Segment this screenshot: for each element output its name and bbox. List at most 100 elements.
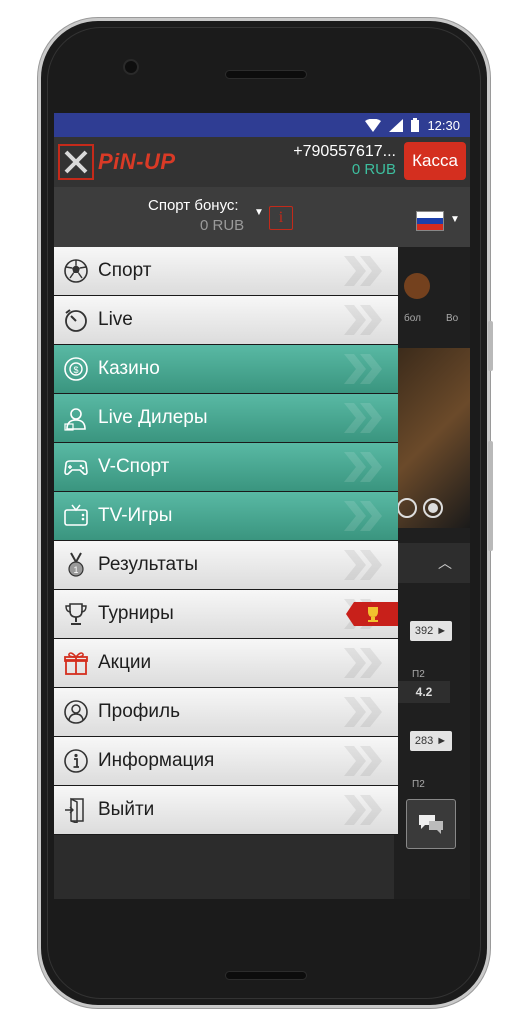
menu-arrow <box>342 305 386 340</box>
menu-item[interactable]: Информация <box>54 737 398 786</box>
chevron-up-icon[interactable]: ︿ <box>438 553 452 573</box>
logo[interactable]: PiN-UP <box>58 144 176 180</box>
volume-button <box>488 321 493 371</box>
chat-icon <box>419 815 443 834</box>
bg-sport-label: бол <box>404 313 421 324</box>
menu-item-label: Казино <box>98 358 160 379</box>
menu-item[interactable]: Live <box>54 296 398 345</box>
chevron-right-icon <box>344 795 382 825</box>
menu-arrow <box>342 795 386 830</box>
menu-arrow <box>342 648 386 683</box>
menu-arrow <box>342 501 386 536</box>
account-phone: +790557617... <box>293 143 396 160</box>
account-balance: 0 RUB <box>351 161 396 178</box>
medal-icon: 1 <box>54 552 98 578</box>
bonus-dropdown-icon[interactable]: ▼ <box>254 207 264 218</box>
top-speaker <box>225 70 307 79</box>
chevron-right-icon <box>344 452 382 482</box>
menu-item[interactable]: TV-Игры <box>54 492 398 541</box>
logo-x-icon <box>58 144 94 180</box>
info-icon <box>54 748 98 774</box>
chevron-right-icon <box>344 305 382 335</box>
menu-item-label: Live Дилеры <box>98 407 208 428</box>
power-button <box>488 441 493 551</box>
chevron-right-icon <box>344 648 382 678</box>
bonus-value: 0 RUB <box>200 217 245 234</box>
wifi-icon <box>365 118 382 132</box>
cashier-button[interactable]: Касса <box>404 142 466 180</box>
menu-item[interactable]: Выйти <box>54 786 398 835</box>
menu-item-label: V-Спорт <box>98 456 170 477</box>
bg-odd-label: П2 <box>412 669 425 680</box>
basketball-icon <box>404 273 430 299</box>
gamepad-icon <box>54 454 98 480</box>
trophy-icon <box>54 601 98 627</box>
menu-item-label: Турниры <box>98 603 174 624</box>
bottom-speaker <box>225 971 307 980</box>
menu-item-label: Профиль <box>98 701 181 722</box>
menu-arrow <box>342 746 386 781</box>
chevron-right-icon <box>344 403 382 433</box>
stopwatch-icon <box>54 307 98 333</box>
menu-item[interactable]: Live Дилеры <box>54 394 398 443</box>
menu-item-label: Акции <box>98 652 152 673</box>
bg-more-odds[interactable]: 283 ► <box>410 731 452 751</box>
bg-odd-value[interactable]: 4.2 <box>398 681 450 703</box>
svg-text:$: $ <box>73 365 78 375</box>
chevron-right-icon <box>344 550 382 580</box>
chevron-right-icon <box>344 746 382 776</box>
battery-icon <box>411 118 420 132</box>
menu-item[interactable]: 1 Результаты <box>54 541 398 590</box>
menu-item[interactable]: Профиль <box>54 688 398 737</box>
chevron-right-icon <box>344 697 382 727</box>
menu-item[interactable]: Акции <box>54 639 398 688</box>
chat-button[interactable] <box>406 799 456 849</box>
chevron-right-icon <box>344 354 382 384</box>
menu-arrow <box>342 452 386 487</box>
camera-icon <box>123 59 139 75</box>
menu-item-label: Live <box>98 309 133 330</box>
language-dropdown-icon[interactable]: ▼ <box>450 214 460 225</box>
bonus-label: Спорт бонус: <box>148 197 239 214</box>
menu-arrow <box>342 697 386 732</box>
menu-item-label: Результаты <box>98 554 199 575</box>
casino-chip-icon: $ <box>54 356 98 382</box>
dealer-icon <box>54 405 98 431</box>
account-info[interactable]: +790557617... 0 RUB <box>293 143 396 178</box>
menu-item-label: Информация <box>98 750 215 771</box>
side-menu: Спорт Live $ Казино Live Дилеры V-Спорт TV-Игр… <box>54 247 398 835</box>
chevron-right-icon <box>344 501 382 531</box>
menu-item-label: TV-Игры <box>98 505 173 526</box>
app-screen: 12:30 PiN-UP +790557617... 0 RUB Касса С… <box>54 113 470 899</box>
user-icon <box>54 699 98 725</box>
bonus-info-button[interactable]: i <box>269 206 293 230</box>
gift-icon <box>54 650 98 676</box>
carousel-dots <box>397 498 443 518</box>
chevron-right-icon <box>344 256 382 286</box>
status-time: 12:30 <box>427 117 460 133</box>
bonus-bar: Спорт бонус: 0 RUB ▼ i ▼ <box>54 187 470 247</box>
bg-more-odds[interactable]: 392 ► <box>410 621 452 641</box>
menu-item[interactable]: $ Казино <box>54 345 398 394</box>
menu-item-label: Спорт <box>98 260 152 281</box>
menu-item[interactable]: V-Спорт <box>54 443 398 492</box>
russian-flag-icon[interactable] <box>416 211 444 231</box>
status-bar: 12:30 <box>54 113 470 137</box>
tournament-badge-icon <box>346 602 398 626</box>
bg-odd-label: П2 <box>412 779 425 790</box>
menu-arrow <box>342 550 386 585</box>
exit-door-icon <box>54 797 98 823</box>
carousel-dot[interactable] <box>397 498 417 518</box>
tv-icon <box>54 503 98 529</box>
menu-arrow <box>342 354 386 389</box>
svg-text:1: 1 <box>73 565 78 575</box>
soccer-ball-icon <box>54 258 98 284</box>
menu-item[interactable]: Турниры <box>54 590 398 639</box>
logo-text: PiN-UP <box>98 149 176 174</box>
menu-item[interactable]: Спорт <box>54 247 398 296</box>
menu-arrow <box>342 256 386 291</box>
carousel-dot-active[interactable] <box>423 498 443 518</box>
menu-arrow <box>342 403 386 438</box>
app-header: PiN-UP +790557617... 0 RUB Касса <box>54 137 470 187</box>
bg-section-header[interactable] <box>394 543 470 583</box>
